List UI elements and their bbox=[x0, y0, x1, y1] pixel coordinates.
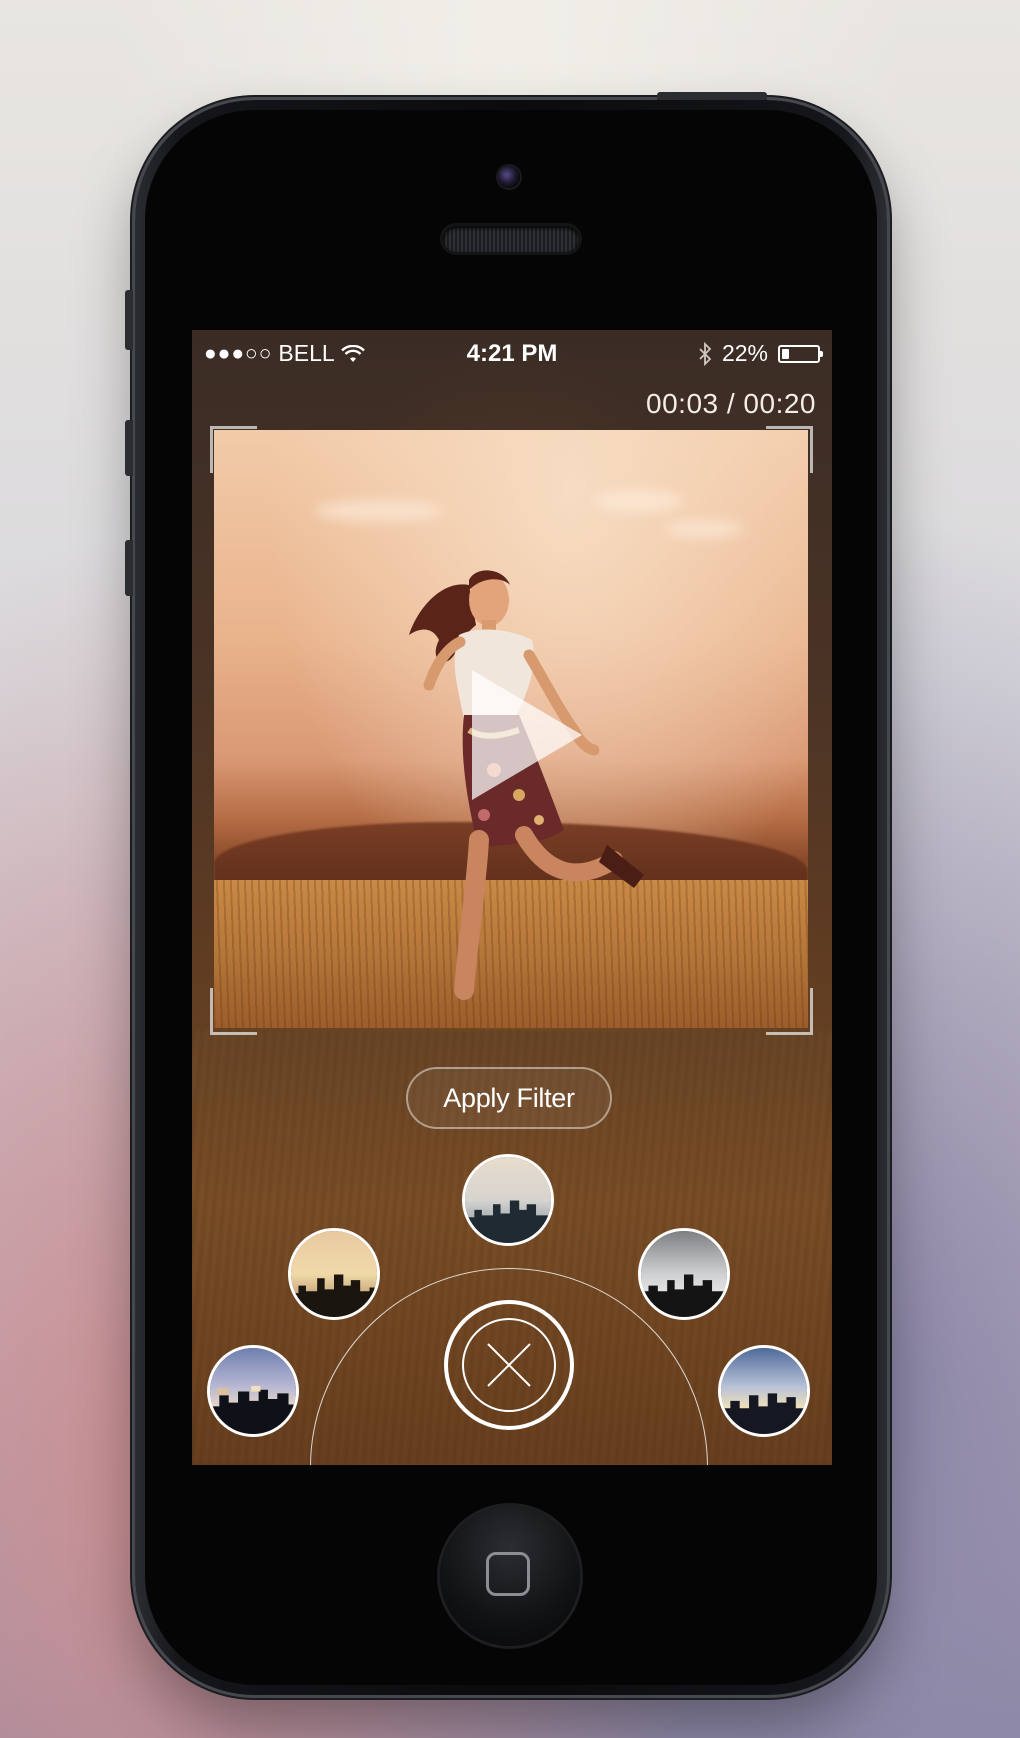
home-button[interactable] bbox=[440, 1506, 580, 1646]
bluetooth-icon bbox=[699, 341, 712, 366]
status-bar: ●●●○○ BELL 4:21 PM 22% bbox=[192, 330, 832, 374]
volume-up-button bbox=[125, 420, 133, 476]
city-skyline bbox=[641, 1274, 727, 1317]
battery-level bbox=[782, 348, 789, 359]
city-skyline bbox=[465, 1200, 551, 1243]
close-icon bbox=[462, 1318, 556, 1412]
battery-icon bbox=[778, 344, 823, 363]
earpiece-speaker bbox=[443, 226, 579, 252]
mute-switch bbox=[125, 290, 133, 350]
front-camera bbox=[498, 166, 520, 188]
crop-corner-top-right[interactable] bbox=[766, 426, 813, 473]
filter-thumb-cool[interactable] bbox=[462, 1154, 554, 1246]
city-skyline bbox=[291, 1274, 377, 1317]
filter-thumb-vivid[interactable] bbox=[718, 1345, 810, 1437]
filter-thumb-pixelated[interactable] bbox=[207, 1345, 299, 1437]
city-skyline bbox=[210, 1385, 296, 1434]
apply-filter-button[interactable]: Apply Filter bbox=[406, 1067, 612, 1129]
city-skyline bbox=[721, 1393, 807, 1434]
play-icon[interactable] bbox=[472, 670, 582, 800]
volume-down-button bbox=[125, 540, 133, 596]
crop-corner-bottom-left[interactable] bbox=[210, 988, 257, 1035]
crop-corner-bottom-right[interactable] bbox=[766, 988, 813, 1035]
home-square-icon bbox=[486, 1552, 530, 1596]
close-button[interactable] bbox=[444, 1300, 574, 1430]
crop-corner-top-left[interactable] bbox=[210, 426, 257, 473]
filter-thumb-mono[interactable] bbox=[638, 1228, 730, 1320]
timecode: 00:03 / 00:20 bbox=[646, 388, 816, 419]
power-button bbox=[657, 92, 767, 100]
filter-thumb-warm[interactable] bbox=[288, 1228, 380, 1320]
battery-percent: 22% bbox=[721, 340, 768, 366]
video-preview[interactable] bbox=[214, 430, 808, 1028]
app-screen: ●●●○○ BELL 4:21 PM 22% 00:03 / 00:20 App… bbox=[192, 330, 832, 1465]
